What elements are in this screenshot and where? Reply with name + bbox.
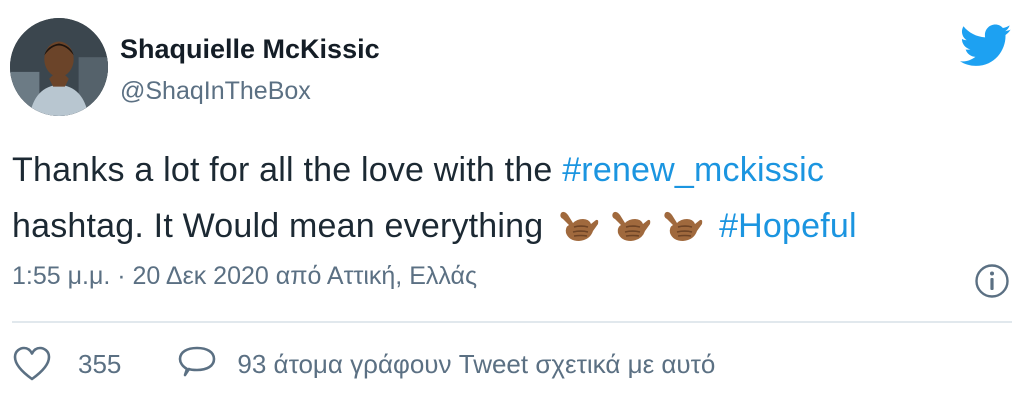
tweet-text-line2: hashtag. It Would mean everything [12, 207, 544, 245]
like-count[interactable]: 355 [78, 349, 121, 380]
tweet-timestamp[interactable]: 1:55 μ.μ. · 20 Δεκ 2020 από Αττική, Ελλά… [12, 262, 477, 291]
hashtag-hopeful[interactable]: #Hopeful [719, 207, 857, 245]
avatar-photo [10, 18, 108, 116]
info-icon[interactable] [974, 263, 1010, 299]
divider [12, 321, 1012, 323]
call-me-hand-emoji [557, 205, 599, 245]
display-name[interactable]: Shaquielle McKissic [120, 34, 380, 65]
avatar[interactable] [10, 18, 108, 116]
user-handle[interactable]: @ShaqInTheBox [120, 77, 311, 106]
speech-bubble-icon[interactable] [177, 345, 217, 383]
reply-count-text[interactable]: 93 άτομα γράφουν Tweet σχετικά με αυτό [237, 349, 715, 380]
tweet-text-line1: Thanks a lot for all the love with the [12, 151, 563, 189]
tweet-text: Thanks a lot for all the love with the #… [12, 142, 1012, 262]
tweet-actions: 355 93 άτομα γράφουν Tweet σχετικά με αυ… [12, 345, 715, 383]
twitter-bird-icon[interactable] [960, 24, 1012, 68]
heart-icon[interactable] [12, 345, 52, 383]
emoji-group [557, 205, 713, 262]
call-me-hand-emoji [609, 205, 651, 245]
hashtag-renew-mckissic[interactable]: #renew_mckissic [562, 151, 824, 189]
call-me-hand-emoji [661, 205, 703, 245]
